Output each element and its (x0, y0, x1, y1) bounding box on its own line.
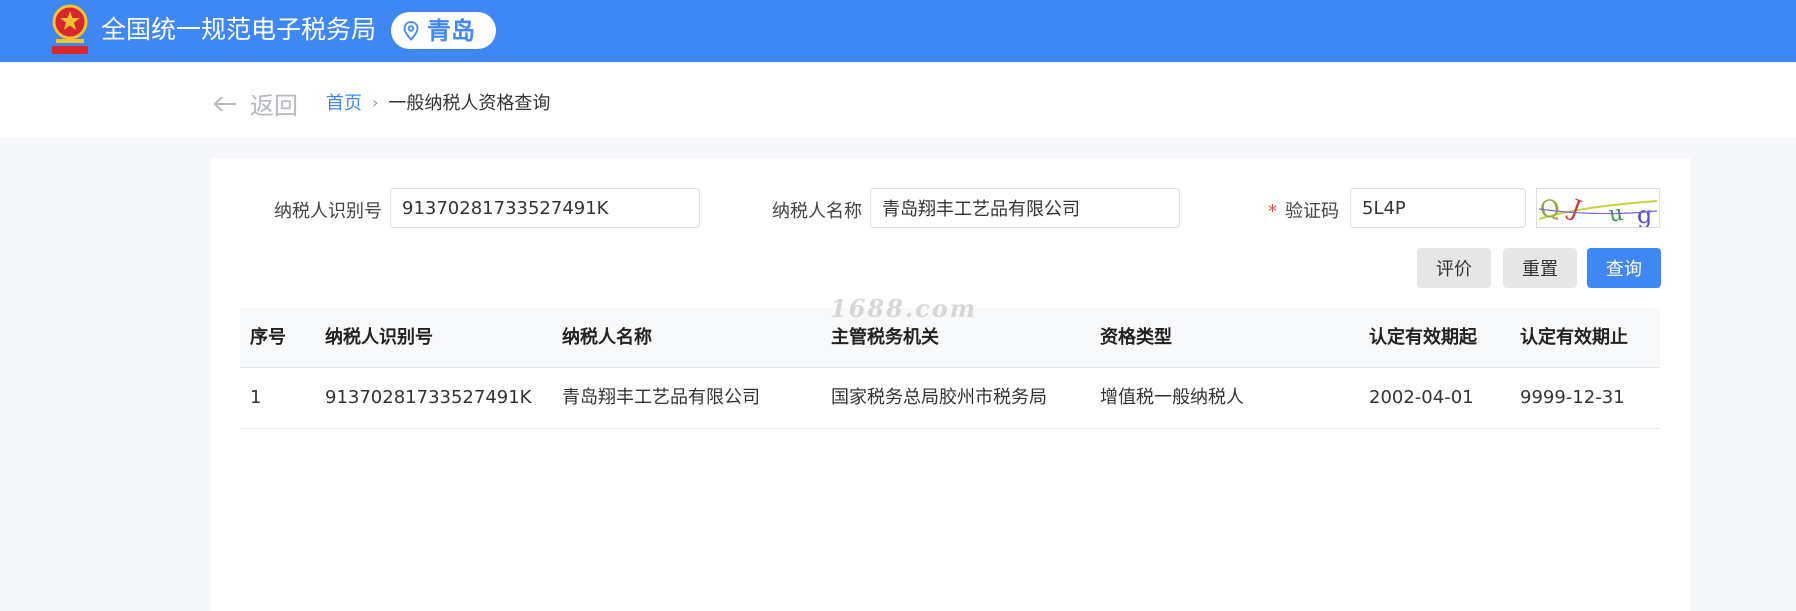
table-row: 1 91370281733527491K 青岛翔丰工艺品有限公司 国家税务总局胶… (240, 368, 1660, 429)
captcha-input[interactable] (1350, 188, 1526, 228)
cell-index: 1 (250, 387, 262, 408)
cell-qualification-type: 增值税一般纳税人 (1100, 387, 1244, 408)
query-card: 纳税人识别号 纳税人名称 * 验证码 Q J u g 评价 重置 查询 序号 纳税… (210, 158, 1690, 611)
national-emblem-icon (48, 2, 92, 56)
query-button[interactable]: 查询 (1587, 248, 1661, 288)
city-name: 青岛 (427, 16, 475, 45)
column-header-valid-to: 认定有效期止 (1520, 327, 1628, 348)
result-table: 序号 纳税人识别号 纳税人名称 主管税务机关 资格类型 认定有效期起 认定有效期… (240, 308, 1660, 429)
taxpayer-name-input[interactable] (870, 188, 1180, 228)
column-header-valid-from: 认定有效期起 (1369, 327, 1477, 348)
nav-bar: 返回 首页 › 一般纳税人资格查询 (0, 62, 1796, 138)
breadcrumb-home-link[interactable]: 首页 (326, 89, 362, 115)
top-header: 全国统一规范电子税务局 青岛 (0, 0, 1796, 62)
site-title: 全国统一规范电子税务局 (101, 15, 377, 44)
column-header-taxpayer-name: 纳税人名称 (562, 327, 652, 348)
watermark: 1688.com (830, 294, 978, 323)
required-mark: * (1268, 201, 1277, 222)
captcha-image[interactable]: Q J u g (1536, 188, 1660, 229)
arrow-left-icon (213, 95, 236, 112)
breadcrumb-current: 一般纳税人资格查询 (388, 93, 551, 114)
breadcrumb: 首页 › 一般纳税人资格查询 (326, 89, 550, 115)
column-header-taxpayer-id: 纳税人识别号 (325, 327, 433, 348)
taxpayer-id-input[interactable] (390, 188, 700, 228)
evaluate-button[interactable]: 评价 (1417, 248, 1491, 288)
captcha-label: 验证码 (1285, 201, 1339, 222)
svg-text:J: J (1564, 193, 1585, 224)
reset-button[interactable]: 重置 (1503, 248, 1577, 288)
cell-taxpayer-id: 91370281733527491K (325, 387, 532, 408)
captcha-label-group: * 验证码 (1268, 197, 1339, 223)
back-label: 返回 (250, 92, 298, 120)
back-button[interactable]: 返回 (212, 86, 298, 121)
chevron-right-icon: › (372, 92, 379, 112)
location-pin-icon (403, 20, 419, 41)
city-selector[interactable]: 青岛 (391, 12, 496, 49)
taxpayer-id-label: 纳税人识别号 (274, 201, 382, 222)
column-header-index: 序号 (250, 327, 286, 348)
cell-valid-from: 2002-04-01 (1369, 387, 1474, 408)
cell-taxpayer-name: 青岛翔丰工艺品有限公司 (562, 387, 760, 408)
column-header-qualification-type: 资格类型 (1100, 327, 1172, 348)
cell-valid-to: 9999-12-31 (1520, 387, 1625, 408)
svg-text:g: g (1637, 201, 1652, 227)
cell-tax-authority: 国家税务总局胶州市税务局 (831, 387, 1047, 408)
taxpayer-name-label: 纳税人名称 (772, 201, 862, 222)
